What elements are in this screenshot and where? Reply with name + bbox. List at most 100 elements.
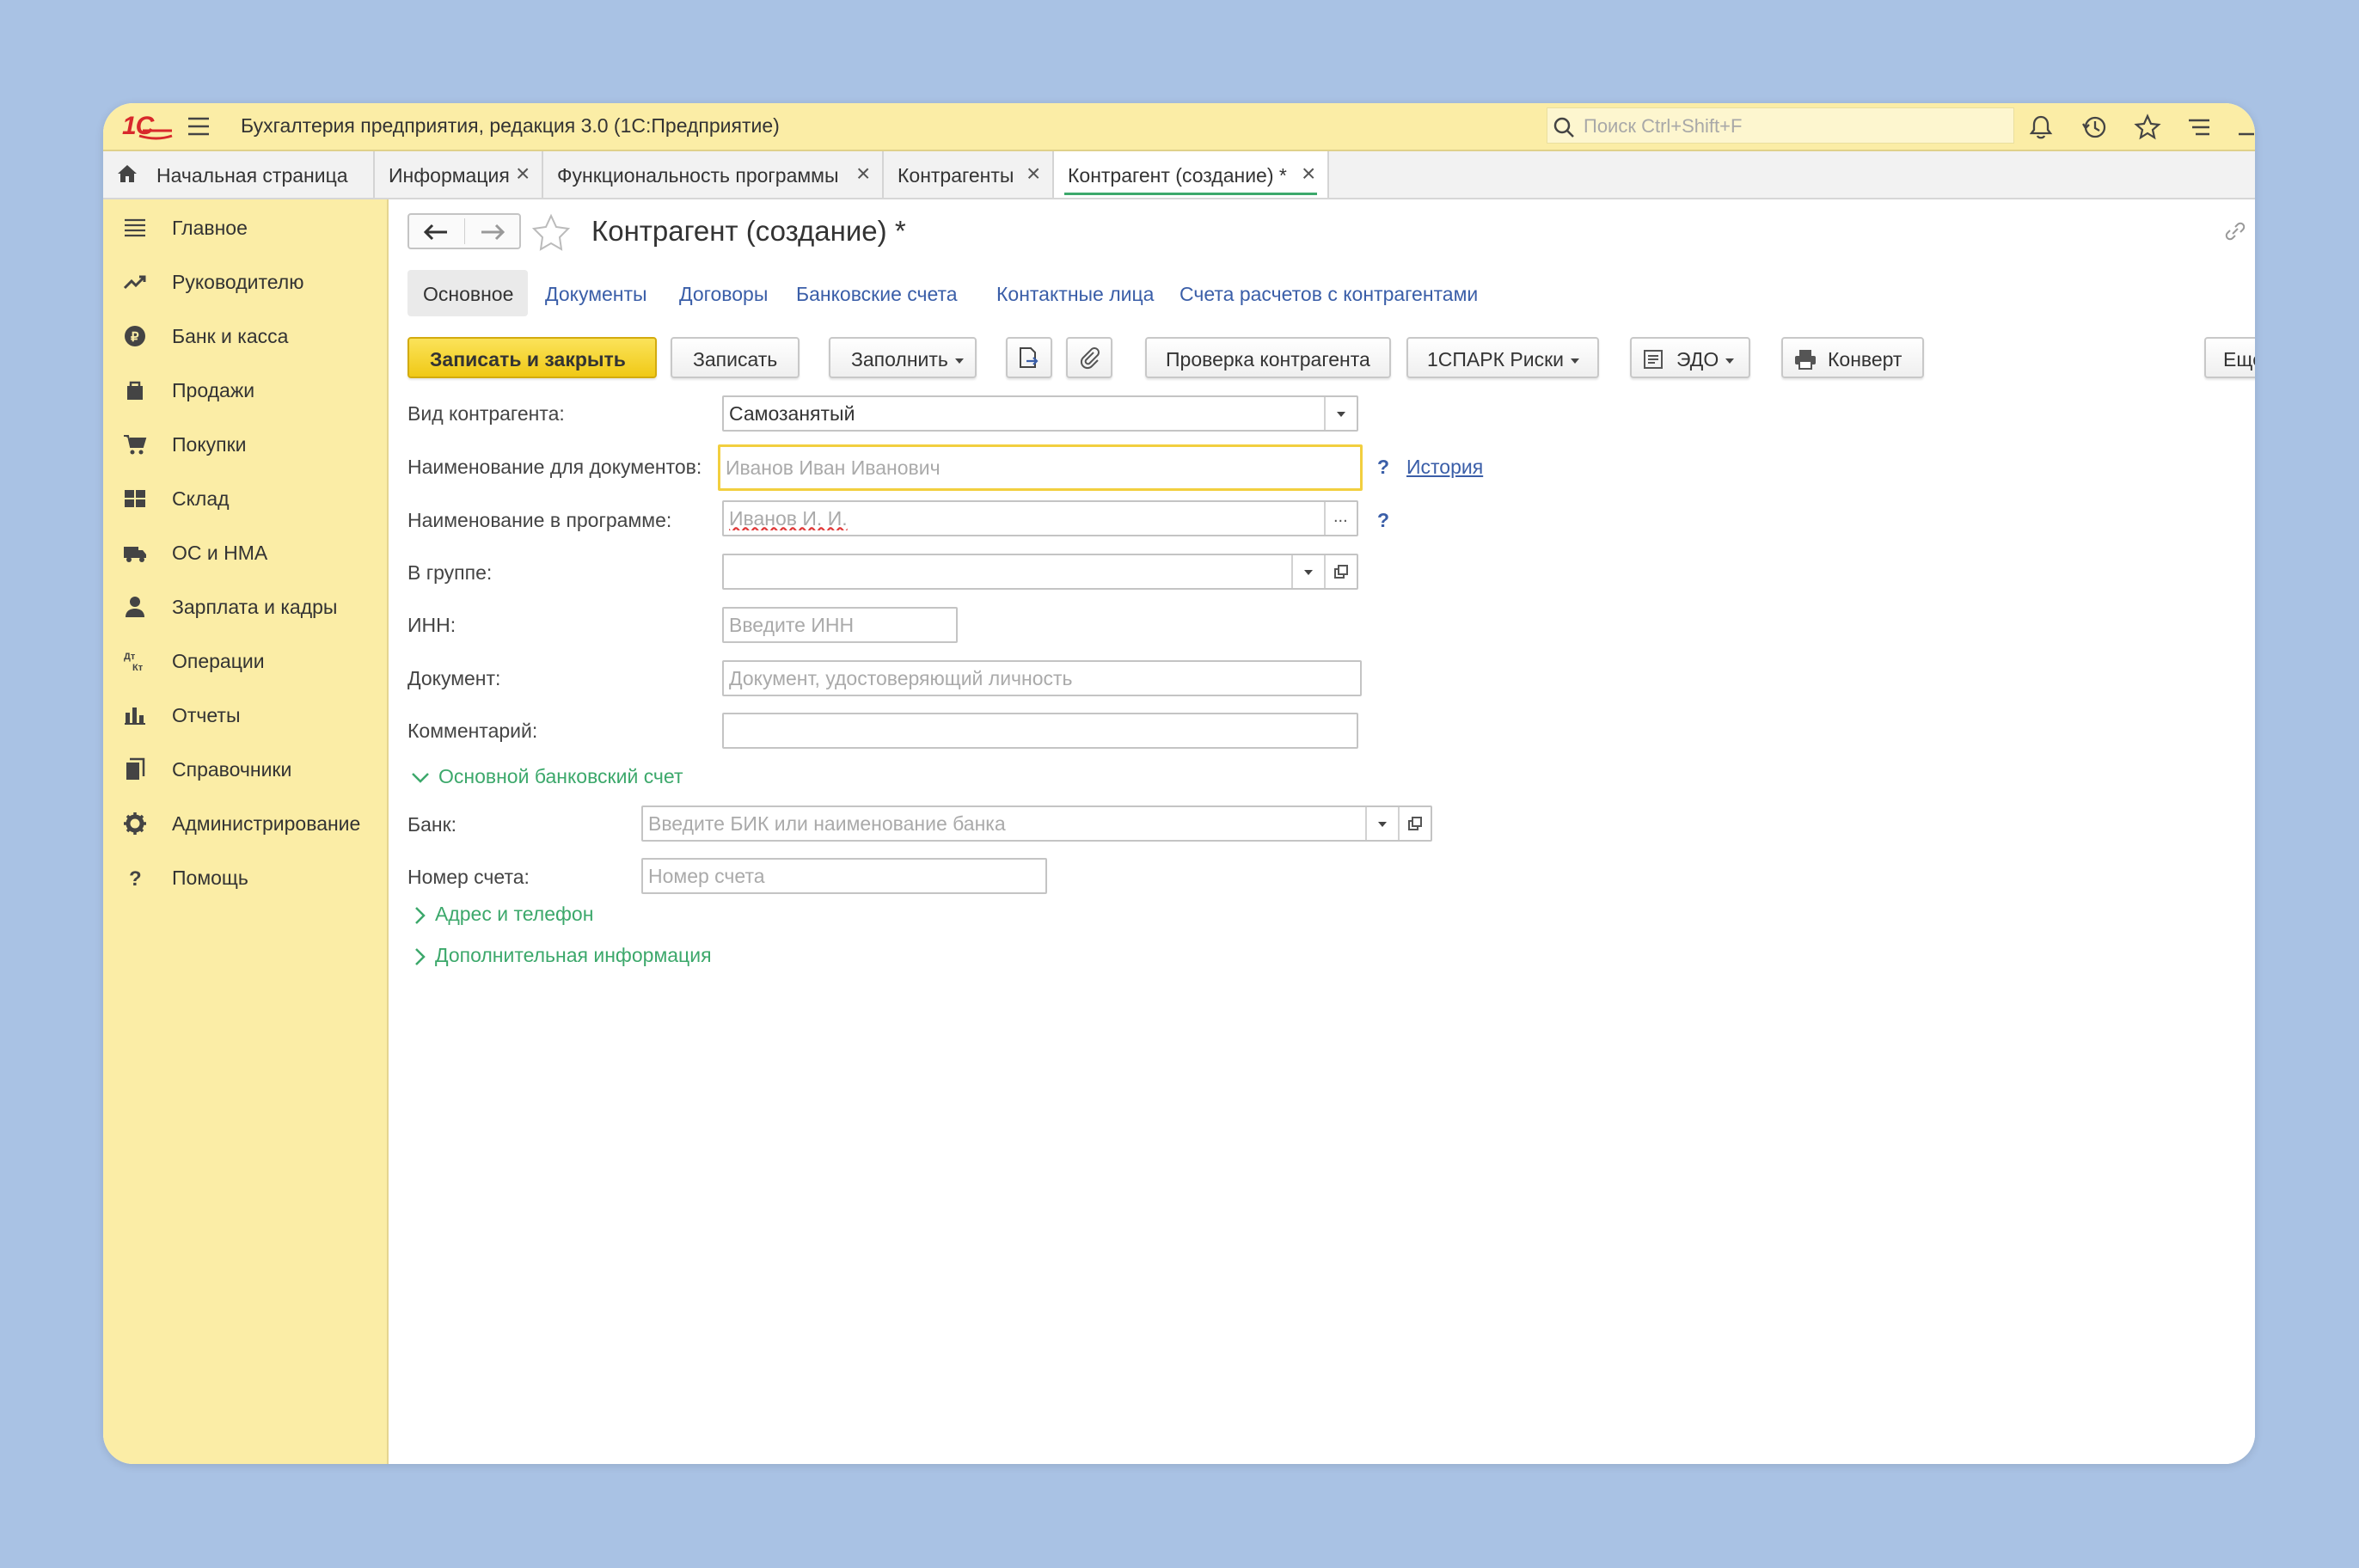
close-icon[interactable]: × (1026, 160, 1040, 187)
prog-name-select-button[interactable]: ... (1324, 502, 1357, 535)
envelope-button[interactable]: Конверт (1781, 337, 1924, 378)
minimize-icon[interactable] (2235, 113, 2255, 141)
bank-dropdown-button[interactable] (1365, 807, 1398, 840)
dt-kt-icon: ДтКт (124, 652, 144, 673)
page-title: Контрагент (создание) * (591, 215, 906, 247)
search-box[interactable] (1547, 107, 2014, 144)
tab-label: Начальная страница (156, 164, 348, 187)
save-button[interactable]: Записать (671, 337, 800, 378)
title-bar: 1С Бухгалтерия предприятия, редакция 3.0… (103, 103, 2255, 151)
fill-button[interactable]: Заполнить (829, 337, 977, 378)
check-counterparty-button[interactable]: Проверка контрагента (1145, 337, 1391, 378)
bank-input[interactable] (648, 811, 1353, 836)
sidebar-item-label: Покупки (172, 433, 247, 456)
inn-input[interactable] (729, 612, 949, 638)
inn-label: ИНН: (407, 614, 456, 636)
edo-button[interactable]: ЭДО (1630, 337, 1750, 378)
sidebar-item-main[interactable]: Главное (103, 201, 387, 253)
fill-text: Заполнить (851, 348, 948, 371)
tab-info[interactable]: Информация × (375, 151, 543, 198)
kind-select[interactable] (722, 395, 1358, 432)
bell-icon[interactable] (2027, 113, 2055, 141)
document-field[interactable] (722, 660, 1362, 696)
forward-arrow-icon[interactable] (478, 222, 507, 242)
group-dropdown-button[interactable] (1291, 555, 1324, 588)
comment-input[interactable] (729, 718, 1350, 744)
tab-settlement-accounts[interactable]: Счета расчетов с контрагентами (1180, 270, 1489, 316)
sidebar-item-bank[interactable]: ₽ Банк и касса (103, 309, 387, 361)
sidebar-item-salary[interactable]: Зарплата и кадры (103, 580, 387, 632)
doc-name-help[interactable]: ? (1377, 456, 1389, 479)
doc-name-field[interactable] (718, 444, 1363, 491)
close-icon[interactable]: × (856, 160, 870, 187)
document-input[interactable] (729, 665, 1353, 691)
address-group-header[interactable]: Адрес и телефон (414, 903, 593, 926)
tab-main[interactable]: Основное (407, 270, 528, 316)
sidebar: Главное Руководителю ₽ Банк и касса Прод… (103, 199, 389, 1464)
tab-contact-persons[interactable]: Контактные лица (996, 270, 1155, 316)
tab-documents[interactable]: Документы (545, 270, 657, 316)
spark-risks-button[interactable]: 1СПАРК Риски (1406, 337, 1599, 378)
chevron-down-icon (1304, 570, 1313, 575)
history-link[interactable]: История (1406, 456, 1483, 479)
sidebar-item-label: Справочники (172, 758, 292, 781)
settings-menu-icon[interactable] (2185, 113, 2213, 141)
open-window-icon (1408, 817, 1422, 830)
bank-group-header[interactable]: Основной банковский счет (411, 765, 683, 788)
tab-counterparties[interactable]: Контрагенты × (884, 151, 1054, 198)
tab-functionality[interactable]: Функциональность программы × (543, 151, 884, 198)
main-menu-icon[interactable] (186, 113, 211, 139)
inn-field[interactable] (722, 607, 958, 643)
bank-field[interactable] (641, 805, 1432, 842)
create-based-on-button[interactable] (1006, 337, 1052, 378)
sidebar-item-warehouse[interactable]: Склад (103, 472, 387, 524)
close-icon[interactable]: × (1302, 160, 1315, 187)
save-and-close-button[interactable]: Записать и закрыть (407, 337, 657, 378)
tab-bank-accounts[interactable]: Банковские счета (796, 270, 968, 316)
prog-name-field[interactable]: ... (722, 500, 1358, 536)
sidebar-item-assets[interactable]: ОС и НМА (103, 526, 387, 578)
back-arrow-icon[interactable] (421, 222, 450, 242)
sidebar-item-purchases[interactable]: Покупки (103, 418, 387, 469)
app-logo: 1С (122, 110, 174, 141)
favorite-star-icon[interactable] (531, 213, 571, 251)
home-icon (118, 165, 137, 182)
edo-text: ЭДО (1676, 348, 1719, 371)
attachment-button[interactable] (1066, 337, 1112, 378)
sidebar-item-director[interactable]: Руководителю (103, 255, 387, 307)
group-input[interactable] (729, 559, 1262, 585)
tab-home[interactable]: Начальная страница (103, 151, 375, 198)
prog-name-input[interactable] (729, 505, 1350, 531)
favorites-star-icon[interactable] (2134, 113, 2161, 141)
sidebar-item-reports[interactable]: Отчеты (103, 689, 387, 740)
chevron-right-icon (415, 948, 426, 965)
more-button[interactable]: Ещё (2204, 337, 2255, 378)
group-field[interactable] (722, 554, 1358, 590)
close-icon[interactable]: × (516, 160, 530, 187)
kind-dropdown-button[interactable] (1324, 397, 1357, 430)
sidebar-item-operations[interactable]: Дт Кт Операции (103, 634, 387, 686)
search-input[interactable] (1582, 113, 2007, 139)
tab-counterparty-create[interactable]: Контрагент (создание) * × (1054, 151, 1329, 198)
account-input[interactable] (648, 863, 1039, 889)
group-open-button[interactable] (1324, 555, 1357, 588)
account-field[interactable] (641, 858, 1047, 894)
comment-field[interactable] (722, 713, 1358, 749)
additional-info-group-header[interactable]: Дополнительная информация (414, 944, 712, 967)
prog-name-help[interactable]: ? (1377, 509, 1389, 532)
bars-icon (125, 707, 145, 725)
tab-contracts[interactable]: Договоры (679, 270, 774, 316)
sidebar-item-directories[interactable]: Справочники (103, 743, 387, 794)
sidebar-item-label: Зарплата и кадры (172, 596, 338, 618)
sidebar-item-admin[interactable]: Администрирование (103, 797, 387, 848)
sidebar-item-sales[interactable]: Продажи (103, 364, 387, 415)
history-icon[interactable] (2080, 113, 2108, 141)
nav-separator (464, 218, 465, 244)
chevron-down-icon (1571, 358, 1580, 364)
doc-name-input[interactable] (726, 455, 1353, 481)
sidebar-item-help[interactable]: ? Помощь (103, 851, 387, 903)
kind-value[interactable] (729, 401, 1350, 426)
bank-open-button[interactable] (1398, 807, 1431, 840)
link-icon[interactable] (2222, 218, 2248, 244)
app-window: 1С Бухгалтерия предприятия, редакция 3.0… (103, 103, 2255, 1464)
